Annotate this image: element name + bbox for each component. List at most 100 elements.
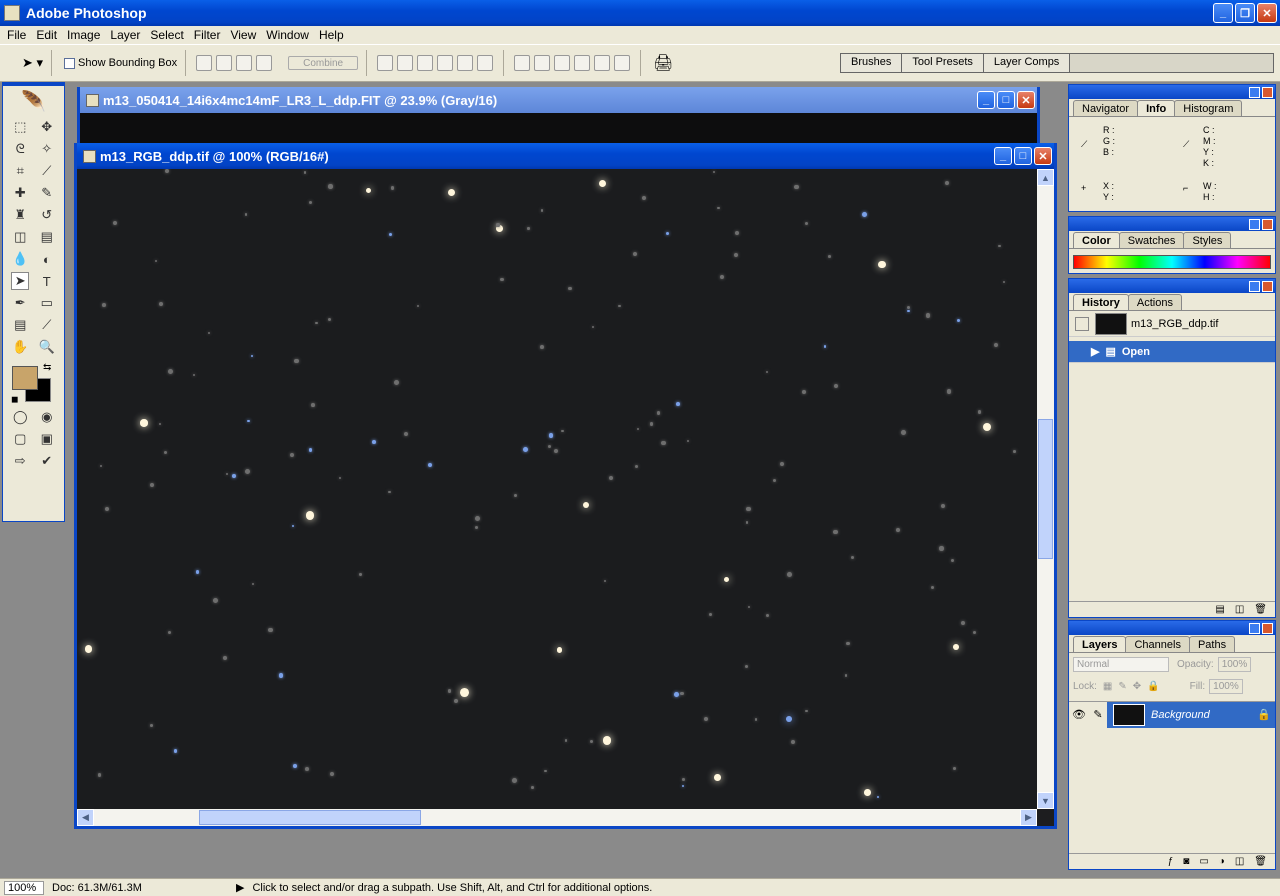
path-subtract-icon[interactable] (216, 55, 233, 71)
healing-brush-tool-icon[interactable]: ✚ (11, 184, 29, 202)
image-canvas[interactable] (77, 169, 1037, 809)
close-button[interactable]: ✕ (1257, 3, 1277, 23)
checkmark-icon[interactable]: ✔ (38, 452, 56, 470)
jump-to-imageready-icon[interactable]: ⇨ (11, 452, 29, 470)
menu-file[interactable]: File (2, 28, 31, 42)
horizontal-scrollbar[interactable]: ◀ ▶ (77, 809, 1037, 826)
combine-button[interactable]: Combine (288, 56, 359, 70)
vertical-scrollbar[interactable]: ▲ ▼ (1037, 169, 1054, 809)
marquee-tool-icon[interactable]: ⬚ (11, 118, 29, 136)
path-intersect-icon[interactable] (236, 55, 253, 71)
slice-tool-icon[interactable]: ⟋ (38, 162, 56, 180)
new-snapshot-icon[interactable]: ◫ (1235, 604, 1244, 615)
trash-icon[interactable]: 🗑 (1254, 604, 1267, 615)
distribute-left-icon[interactable] (574, 55, 591, 71)
align-hcenter-icon[interactable] (457, 55, 474, 71)
dodge-tool-icon[interactable]: ◐ (38, 250, 56, 268)
color-spectrum-ramp[interactable] (1073, 255, 1271, 269)
tab-layers[interactable]: Layers (1073, 636, 1127, 652)
scroll-right-arrow[interactable]: ▶ (1020, 809, 1037, 826)
tab-styles[interactable]: Styles (1183, 232, 1232, 248)
pen-tool-icon[interactable]: ✒ (11, 294, 29, 312)
menu-layer[interactable]: Layer (105, 28, 145, 42)
document-window-tif[interactable]: m13_RGB_ddp.tif @ 100% (RGB/16#) _ □ ✕ ▲… (74, 143, 1057, 829)
tab-info[interactable]: Info (1137, 100, 1176, 116)
align-left-icon[interactable] (437, 55, 454, 71)
eye-icon[interactable]: 👁 (1069, 708, 1089, 721)
minimize-button[interactable]: _ (1213, 3, 1233, 23)
align-vcenter-icon[interactable] (397, 55, 414, 71)
clone-stamp-tool-icon[interactable]: ♜ (11, 206, 29, 224)
horizontal-scroll-thumb[interactable] (199, 810, 421, 825)
fill-field[interactable]: 100% (1209, 678, 1243, 694)
scroll-left-arrow[interactable]: ◀ (77, 809, 94, 826)
checkbox-box[interactable] (64, 57, 76, 69)
gradient-tool-icon[interactable]: ▤ (38, 228, 56, 246)
status-menu-arrow-icon[interactable]: ▶ (236, 881, 244, 894)
align-bottom-icon[interactable] (417, 55, 434, 71)
history-snapshot[interactable]: m13_RGB_ddp.tif (1069, 311, 1275, 337)
blend-mode-select[interactable]: Normal (1073, 656, 1169, 672)
tab-history[interactable]: History (1073, 294, 1129, 310)
shape-tool-icon[interactable]: ▭ (38, 294, 56, 312)
brush-tool-icon[interactable]: ✎ (38, 184, 56, 202)
layer-mask-icon[interactable]: ◙ (1183, 856, 1189, 867)
scroll-down-arrow[interactable]: ▼ (1037, 792, 1054, 809)
doc1-title-bar[interactable]: m13_050414_14i6x4mc14mF_LR3_L_ddp.FIT @ … (80, 87, 1037, 113)
well-tab-layer-comps[interactable]: Layer Comps (983, 54, 1071, 72)
magic-wand-tool-icon[interactable]: ✧ (38, 140, 56, 158)
lock-transparent-icon[interactable]: ▦ (1103, 681, 1112, 692)
tab-channels[interactable]: Channels (1125, 636, 1190, 652)
trash-icon[interactable]: 🗑 (1254, 856, 1267, 867)
default-colors-icon[interactable]: ◼ (11, 394, 18, 405)
distribute-vcenter-icon[interactable] (534, 55, 551, 71)
panel-minimize-icon[interactable] (1249, 280, 1260, 292)
path-exclude-icon[interactable] (256, 55, 273, 71)
panel-close-icon[interactable] (1262, 280, 1273, 292)
panel-minimize-icon[interactable] (1249, 218, 1260, 230)
standard-mode-icon[interactable]: ◯ (11, 408, 29, 426)
menu-window[interactable]: Window (261, 28, 314, 42)
distribute-bottom-icon[interactable] (554, 55, 571, 71)
tab-histogram[interactable]: Histogram (1174, 100, 1243, 116)
notes-tool-icon[interactable]: ▤ (11, 316, 29, 334)
lock-position-icon[interactable]: ✥ (1133, 681, 1141, 692)
path-add-icon[interactable] (196, 55, 213, 71)
scroll-up-arrow[interactable]: ▲ (1037, 169, 1054, 186)
doc1-canvas[interactable] (80, 113, 1037, 147)
doc1-maximize-button[interactable]: □ (997, 91, 1015, 109)
history-brush-source-icon[interactable] (1075, 316, 1089, 331)
menu-help[interactable]: Help (314, 28, 349, 42)
doc1-close-button[interactable]: ✕ (1017, 91, 1035, 109)
menu-edit[interactable]: Edit (31, 28, 62, 42)
lasso-tool-icon[interactable]: ᘓ (11, 140, 29, 158)
layer-row-background[interactable]: 👁 ✎ Background 🔒 (1069, 701, 1275, 728)
panel-close-icon[interactable] (1262, 622, 1273, 634)
type-tool-icon[interactable]: T (38, 272, 56, 290)
tab-navigator[interactable]: Navigator (1073, 100, 1139, 116)
blur-tool-icon[interactable]: 💧 (11, 250, 29, 268)
screen-mode-standard-icon[interactable]: ▢ (11, 430, 29, 448)
lock-pixels-icon[interactable]: ✎ (1118, 681, 1126, 692)
panel-minimize-icon[interactable] (1249, 622, 1260, 634)
panel-close-icon[interactable] (1262, 218, 1273, 230)
align-right-icon[interactable] (477, 55, 494, 71)
zoom-field[interactable]: 100% (4, 880, 44, 895)
document-window-fit[interactable]: m13_050414_14i6x4mc14mF_LR3_L_ddp.FIT @ … (77, 87, 1040, 147)
crop-tool-icon[interactable]: ⌗ (11, 162, 29, 180)
tab-actions[interactable]: Actions (1127, 294, 1182, 310)
show-bounding-box-checkbox[interactable]: Show Bounding Box (64, 57, 177, 69)
move-tool-icon[interactable]: ✥ (38, 118, 56, 136)
tab-paths[interactable]: Paths (1188, 636, 1236, 652)
quick-mask-mode-icon[interactable]: ◉ (38, 408, 56, 426)
history-brush-tool-icon[interactable]: ↺ (38, 206, 56, 224)
tab-color[interactable]: Color (1073, 232, 1120, 248)
opacity-field[interactable]: 100% (1217, 656, 1252, 672)
layer-style-icon[interactable]: ƒ (1168, 856, 1174, 867)
doc2-title-bar[interactable]: m13_RGB_ddp.tif @ 100% (RGB/16#) _ □ ✕ (77, 143, 1054, 169)
new-document-from-state-icon[interactable]: ▤ (1215, 604, 1224, 615)
adjustment-layer-icon[interactable]: ◑ (1219, 856, 1225, 867)
vertical-scroll-thumb[interactable] (1038, 419, 1053, 559)
tab-swatches[interactable]: Swatches (1118, 232, 1185, 248)
hand-tool-icon[interactable]: ✋ (11, 338, 29, 356)
